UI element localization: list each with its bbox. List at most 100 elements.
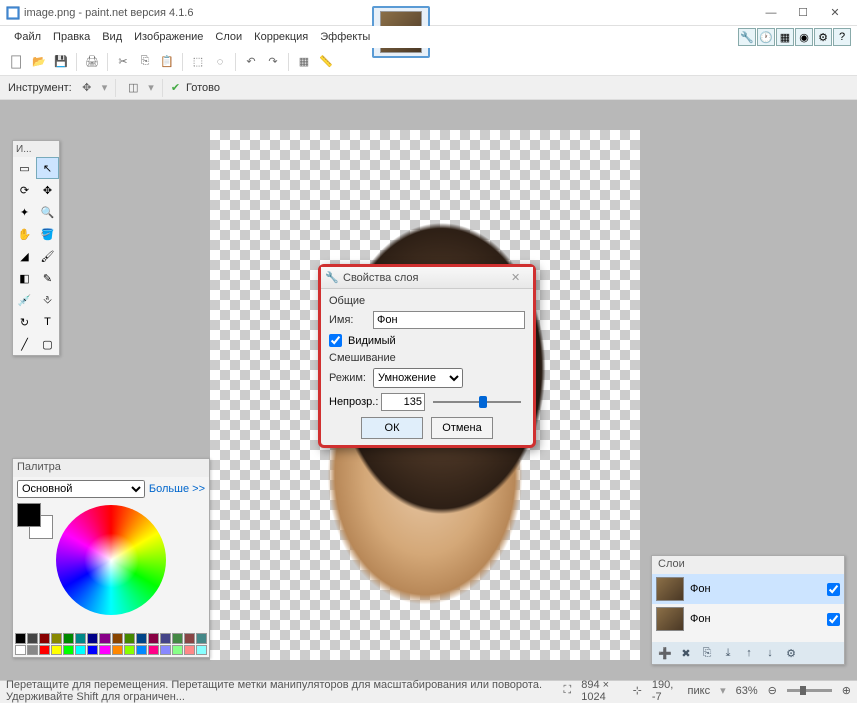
eraser-tool[interactable]: ◧ <box>13 267 36 289</box>
deselect-icon[interactable]: ◌ <box>211 53 229 71</box>
zoom-in-icon[interactable]: ⊕ <box>842 684 851 697</box>
zoom-tool[interactable]: 🔍 <box>36 201 59 223</box>
add-layer-icon[interactable]: ➕ <box>656 644 674 662</box>
move-down-icon[interactable]: ↓ <box>761 644 779 662</box>
lasso-tool[interactable]: ⟳ <box>13 179 36 201</box>
menu-effects[interactable]: Эффекты <box>314 29 376 45</box>
opacity-label: Непрозр.: <box>329 396 377 408</box>
layer-thumbnail <box>656 577 684 601</box>
layer-name: Фон <box>690 613 821 625</box>
menu-image[interactable]: Изображение <box>128 29 209 45</box>
ready-label: Готово <box>186 82 220 94</box>
gradient-tool[interactable]: ◢ <box>13 245 36 267</box>
help-icon[interactable]: ? <box>833 28 851 46</box>
cut-icon[interactable]: ✂ <box>114 53 132 71</box>
magic-wand-tool[interactable]: ✦ <box>13 201 36 223</box>
new-icon[interactable] <box>8 53 26 71</box>
redo-icon[interactable]: ↷ <box>264 53 282 71</box>
visible-label: Видимый <box>348 335 396 347</box>
layer-properties-icon[interactable]: ⚙ <box>782 644 800 662</box>
more-button[interactable]: Больше >> <box>149 483 205 495</box>
cursor-icon: ⊹ <box>633 684 642 697</box>
dialog-titlebar[interactable]: 🔧 Свойства слоя ✕ <box>321 267 533 289</box>
layer-name-input[interactable] <box>373 311 525 329</box>
pan-tool[interactable]: ✋ <box>13 223 36 245</box>
paste-icon[interactable]: 📋 <box>158 53 176 71</box>
instrument-label: Инструмент: <box>8 82 72 94</box>
color-swatches[interactable] <box>15 633 207 655</box>
opacity-spinner[interactable] <box>381 393 425 411</box>
copy-icon[interactable]: ⎘ <box>136 53 154 71</box>
opacity-slider[interactable] <box>433 401 521 403</box>
paint-bucket-tool[interactable]: 🪣 <box>36 223 59 245</box>
layer-visibility-checkbox[interactable] <box>827 613 840 626</box>
menubar: Файл Правка Вид Изображение Слои Коррекц… <box>0 26 857 48</box>
settings-icon[interactable]: ⚙ <box>814 28 832 46</box>
pencil-tool[interactable]: ✎ <box>36 267 59 289</box>
status-zoom[interactable]: 63% <box>736 685 758 697</box>
palette-panel: Палитра Основной Больше >> <box>12 458 210 658</box>
primary-color[interactable] <box>17 503 41 527</box>
line-tool[interactable]: ╱ <box>13 333 36 355</box>
save-icon[interactable]: 💾 <box>52 53 70 71</box>
ruler-icon[interactable]: 📏 <box>317 53 335 71</box>
tools-toggle-icon[interactable]: 🔧 <box>738 28 756 46</box>
open-icon[interactable]: 📂 <box>30 53 48 71</box>
cancel-button[interactable]: Отмена <box>431 417 493 439</box>
duplicate-layer-icon[interactable]: ⎘ <box>698 644 716 662</box>
shapes-tool[interactable]: ▢ <box>36 333 59 355</box>
zoom-slider[interactable] <box>787 689 832 692</box>
color-picker-tool[interactable]: 💉 <box>13 289 36 311</box>
menu-layers[interactable]: Слои <box>209 29 248 45</box>
slider-thumb[interactable] <box>479 396 487 408</box>
menu-edit[interactable]: Правка <box>47 29 96 45</box>
color-select[interactable]: Основной <box>17 480 145 498</box>
status-unit[interactable]: пикс <box>688 685 711 697</box>
ok-button[interactable]: ОК <box>361 417 423 439</box>
paintbrush-tool[interactable]: 🖌 <box>36 245 59 267</box>
move-selection-tool[interactable]: ↖ <box>36 157 59 179</box>
palette-title: Палитра <box>13 459 209 477</box>
dialog-close-icon[interactable]: ✕ <box>511 271 529 284</box>
close-button[interactable]: ✕ <box>819 3 851 23</box>
move-pixels-tool[interactable]: ✥ <box>36 179 59 201</box>
grid-icon[interactable]: ▦ <box>295 53 313 71</box>
text-tool[interactable]: T <box>36 311 59 333</box>
merge-layer-icon[interactable]: ⤓ <box>719 644 737 662</box>
dialog-title: Свойства слоя <box>343 272 511 284</box>
move-tool-icon[interactable]: ✥ <box>78 79 96 97</box>
tools-panel-title: И... <box>13 141 59 157</box>
selection-mode-icon[interactable]: ◫ <box>124 79 142 97</box>
resize-icon: ⛶ <box>564 684 572 697</box>
crop-icon[interactable]: ⬚ <box>189 53 207 71</box>
separator <box>235 53 236 71</box>
layer-visibility-checkbox[interactable] <box>827 583 840 596</box>
maximize-button[interactable]: ☐ <box>787 3 819 23</box>
color-wheel[interactable] <box>56 505 166 615</box>
app-icon <box>6 6 20 20</box>
undo-icon[interactable]: ↶ <box>242 53 260 71</box>
visible-checkbox[interactable] <box>329 334 342 347</box>
history-toggle-icon[interactable]: 🕐 <box>757 28 775 46</box>
layer-properties-dialog: 🔧 Свойства слоя ✕ Общие Имя: Видимый Сме… <box>318 264 536 448</box>
mode-label: Режим: <box>329 372 367 384</box>
layers-toggle-icon[interactable]: ▦ <box>776 28 794 46</box>
clone-stamp-tool[interactable]: ⎀ <box>36 289 59 311</box>
blend-mode-select[interactable]: Умножение <box>373 368 463 388</box>
zoom-out-icon[interactable]: ⊖ <box>768 684 777 697</box>
colors-toggle-icon[interactable]: ◉ <box>795 28 813 46</box>
menu-file[interactable]: Файл <box>8 29 47 45</box>
primary-secondary-colors[interactable] <box>17 503 57 543</box>
menu-correction[interactable]: Коррекция <box>248 29 314 45</box>
rectangle-select-tool[interactable]: ▭ <box>13 157 36 179</box>
separator <box>288 53 289 71</box>
delete-layer-icon[interactable]: ✖ <box>677 644 695 662</box>
menu-view[interactable]: Вид <box>96 29 128 45</box>
layer-row[interactable]: Фон <box>652 574 844 604</box>
move-up-icon[interactable]: ↑ <box>740 644 758 662</box>
layers-panel-title: Слои <box>652 556 844 574</box>
print-icon[interactable]: 🖨 <box>83 53 101 71</box>
recolor-tool[interactable]: ↻ <box>13 311 36 333</box>
minimize-button[interactable]: — <box>755 3 787 23</box>
layer-row[interactable]: Фон <box>652 604 844 634</box>
